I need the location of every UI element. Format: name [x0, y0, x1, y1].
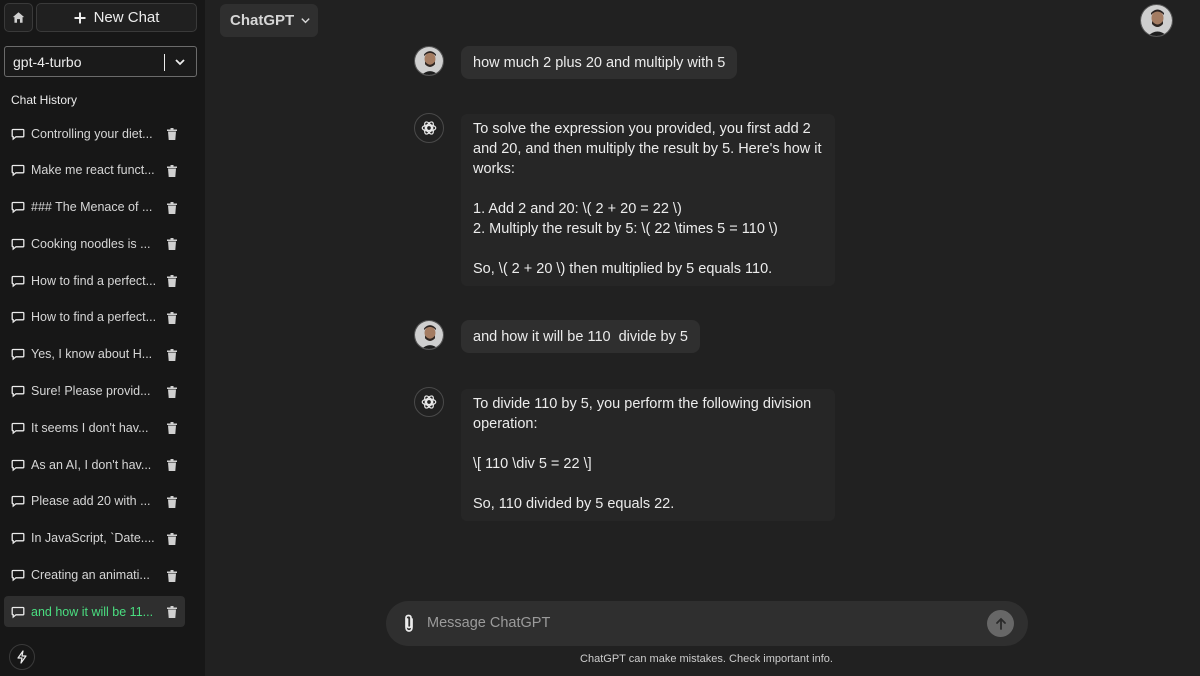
assistant-message: To solve the expression you provided, yo…: [461, 114, 835, 286]
model-select-value: gpt-4-turbo: [13, 53, 82, 70]
send-button[interactable]: [987, 610, 1014, 637]
user-message: and how it will be 110 divide by 5: [461, 320, 700, 353]
new-chat-button[interactable]: New Chat: [36, 3, 197, 32]
user-avatar: [414, 46, 444, 76]
chevron-down-icon: [175, 59, 185, 66]
history-item[interactable]: Cooking noodles is ...: [4, 228, 185, 259]
chat-bubble-icon: [11, 533, 25, 545]
history-item-label: How to find a perfect...: [31, 310, 157, 325]
history-item[interactable]: Creating an animati...: [4, 560, 185, 591]
history-item[interactable]: It seems I don't hav...: [4, 412, 185, 443]
user-profile-avatar[interactable]: [1140, 4, 1173, 37]
history-item-label: As an AI, I don't hav...: [31, 457, 152, 472]
history-item-label: Sure! Please provid...: [31, 384, 151, 399]
trash-icon[interactable]: [167, 569, 177, 582]
home-icon: [12, 12, 25, 23]
openai-logo-icon: [421, 121, 437, 135]
history-item-label: and how it will be 11...: [31, 604, 154, 619]
sidebar: New Chat gpt-4-turbo Chat History Contro…: [0, 0, 205, 676]
history-item-label: ### The Menace of ...: [31, 200, 153, 215]
new-chat-label: New Chat: [93, 9, 160, 26]
trash-icon[interactable]: [167, 275, 177, 288]
chatgpt-avatar: [414, 113, 444, 143]
chat-bubble-icon: [11, 422, 25, 435]
history-item[interactable]: Make me react funct...: [4, 155, 185, 186]
trash-icon[interactable]: [167, 164, 177, 177]
chat-bubble-icon: [11, 312, 25, 324]
chevron-down-icon: [301, 18, 310, 24]
user-message: how much 2 plus 20 and multiply with 5: [461, 46, 738, 79]
message-composer: [386, 601, 1028, 646]
home-button[interactable]: [4, 3, 33, 32]
chat-history-list: Controlling your diet... Make me react fu…: [4, 118, 185, 633]
trash-icon[interactable]: [167, 311, 177, 324]
history-item[interactable]: Controlling your diet...: [4, 118, 185, 149]
trash-icon[interactable]: [167, 532, 177, 545]
message-input[interactable]: [427, 612, 967, 634]
chat-bubble-icon: [11, 275, 25, 288]
history-item-label: How to find a perfect...: [31, 273, 157, 288]
arrow-up-icon: [995, 617, 1006, 630]
disclaimer-row: ChatGPT can make mistakes. Check importa…: [0, 653, 1200, 665]
disclaimer-text: ChatGPT can make mistakes. Check importa…: [580, 653, 833, 665]
chatgpt-avatar: [414, 387, 444, 417]
user-photo: [415, 321, 443, 349]
history-item-label: In JavaScript, `Date....: [31, 531, 155, 546]
plus-icon: [74, 12, 86, 23]
history-item[interactable]: As an AI, I don't hav...: [4, 449, 185, 480]
history-item-label: Controlling your diet...: [31, 126, 153, 141]
chat-bubble-icon: [11, 385, 25, 398]
trash-icon[interactable]: [167, 128, 177, 140]
user-avatar: [414, 320, 444, 350]
openai-logo-icon: [421, 395, 437, 409]
select-divider: [164, 54, 165, 71]
history-item-label: It seems I don't hav...: [31, 420, 149, 435]
paperclip-icon[interactable]: [402, 614, 416, 633]
history-item[interactable]: How to find a perfect...: [4, 265, 185, 296]
history-item[interactable]: Yes, I know about H...: [4, 339, 185, 370]
user-photo: [1141, 5, 1172, 36]
chat-bubble-icon: [11, 349, 25, 361]
user-photo: [415, 47, 443, 75]
history-item-label: Yes, I know about H...: [31, 347, 153, 362]
history-item-label: Please add 20 with ...: [31, 494, 151, 509]
chat-history-title: Chat History: [11, 93, 78, 107]
model-select[interactable]: gpt-4-turbo: [4, 46, 197, 77]
chat-bubble-icon: [11, 459, 25, 472]
chat-bubble-icon: [11, 606, 25, 619]
history-item[interactable]: How to find a perfect...: [4, 302, 185, 333]
history-item-label: Creating an animati...: [31, 568, 150, 583]
chat-bubble-icon: [11, 128, 25, 140]
chat-bubble-icon: [11, 238, 25, 251]
history-item-label: Cooking noodles is ...: [31, 236, 151, 251]
trash-icon[interactable]: [167, 459, 177, 472]
chat-bubble-icon: [11, 165, 25, 177]
trash-icon[interactable]: [167, 201, 177, 214]
chat-bubble-icon: [11, 201, 25, 214]
trash-icon[interactable]: [167, 238, 177, 251]
history-item[interactable]: ### The Menace of ...: [4, 192, 185, 223]
history-item[interactable]: and how it will be 11...: [4, 596, 185, 628]
trash-icon[interactable]: [167, 495, 177, 508]
history-item[interactable]: Please add 20 with ...: [4, 486, 185, 517]
model-menu-button[interactable]: ChatGPT: [220, 4, 318, 37]
chat-bubble-icon: [11, 496, 25, 508]
history-item[interactable]: In JavaScript, `Date....: [4, 523, 185, 554]
trash-icon[interactable]: [167, 385, 177, 398]
trash-icon[interactable]: [167, 348, 177, 361]
assistant-message: To divide 110 by 5, you perform the foll…: [461, 389, 835, 521]
model-menu-label: ChatGPT: [230, 12, 295, 29]
chat-bubble-icon: [11, 569, 25, 582]
history-item-label: Make me react funct...: [31, 163, 155, 178]
trash-icon[interactable]: [167, 422, 177, 435]
history-item[interactable]: Sure! Please provid...: [4, 376, 185, 407]
trash-icon[interactable]: [167, 606, 177, 619]
